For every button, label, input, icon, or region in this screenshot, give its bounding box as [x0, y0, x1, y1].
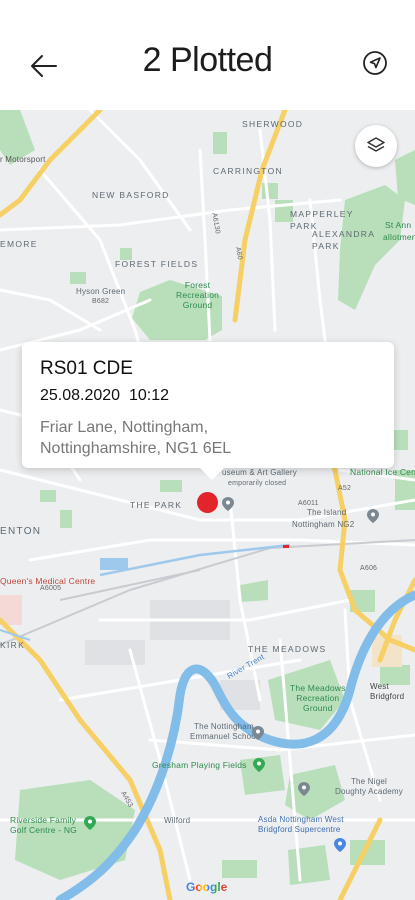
vehicle-location-marker[interactable] [197, 492, 218, 513]
academy-pin-icon[interactable] [298, 782, 310, 796]
map-label-forest-fields: FOREST FIELDS [115, 259, 199, 269]
map-layers-button[interactable] [355, 125, 397, 167]
address-line-1: Friar Lane, Nottingham, [40, 419, 209, 436]
map-label-wilford: Wilford [164, 816, 191, 825]
map-label-the-island: The Island [307, 508, 347, 517]
poi-pin-icon[interactable] [367, 509, 379, 523]
map-label-asda: Asda Nottingham West Bridgford Supercent… [258, 815, 344, 834]
map-label-west-bridgford: West Bridgford [370, 682, 405, 701]
map-label-motorsport: r Motorsport [0, 155, 46, 164]
map-label-lenton: ENTON [0, 526, 42, 537]
vehicle-info-popup[interactable]: RS01 CDE 25.08.2020 10:12 Friar Lane, No… [22, 342, 394, 480]
map-label-museum: useum & Art Gallery [222, 468, 297, 477]
road-label-a606: A606 [360, 565, 378, 572]
address-line-2: Nottinghamshire, NG1 6EL [40, 440, 232, 457]
map-label-gresham: Gresham Playing Fields [152, 760, 247, 770]
map-label-hyson-green: Hyson Green [76, 287, 126, 296]
map-label-carrington: CARRINGTON [213, 166, 283, 176]
golf-pin-icon[interactable] [84, 816, 96, 830]
road-label-a6011: A6011 [298, 500, 319, 507]
map-label-nottingham-ng2: Nottingham NG2 [292, 520, 355, 529]
road-label-a52: A52 [338, 485, 352, 492]
school-pin-icon[interactable] [252, 726, 264, 740]
locate-button[interactable] [358, 46, 392, 80]
map-label-emore: EMORE [0, 239, 38, 249]
page-title: 2 Plotted [142, 41, 273, 79]
map-label-emmanuel-school: The Nottingham Emmanuel School [190, 722, 258, 741]
plot-datetime: 25.08.2020 10:12 [40, 387, 170, 404]
map-label-sherwood: SHERWOOD [242, 119, 304, 129]
shopping-pin-icon[interactable] [334, 838, 346, 852]
road-label-b682: B682 [92, 298, 110, 305]
road-label-a6005: A6005 [40, 585, 62, 592]
map-label-alexandra-park: ALEXANDRA PARK [312, 229, 376, 251]
map-label-meadows-rec: The Meadows Recreation Ground [290, 683, 346, 713]
museum-pin-icon[interactable] [222, 497, 234, 511]
vehicle-registration: RS01 CDE [40, 358, 133, 379]
map-label-national-ice: National Ice Centr [350, 467, 415, 477]
google-logo: Google [186, 880, 228, 894]
map-label-temp-closed: emporarily closed [228, 480, 287, 487]
map-label-nigel-doughty: The Nigel Doughty Academy [335, 777, 403, 796]
map-label-st-ann: St Ann [385, 220, 412, 230]
park-pin-icon[interactable] [253, 758, 265, 772]
map-label-new-basford: NEW BASFORD [92, 190, 170, 200]
map-label-riverside: Riverside Family Golf Centre - NG [10, 815, 77, 835]
map-label-kirk: KIRK [0, 640, 26, 650]
navigation-arrow-icon [363, 51, 387, 75]
map-label-forest-recreation: Forest Recreation Ground [176, 280, 220, 310]
map-label-allotments: allotments [383, 232, 415, 242]
map-label-the-park: THE PARK [130, 500, 183, 510]
layers-icon [367, 137, 385, 152]
app-header: 2 Plotted [0, 0, 415, 110]
